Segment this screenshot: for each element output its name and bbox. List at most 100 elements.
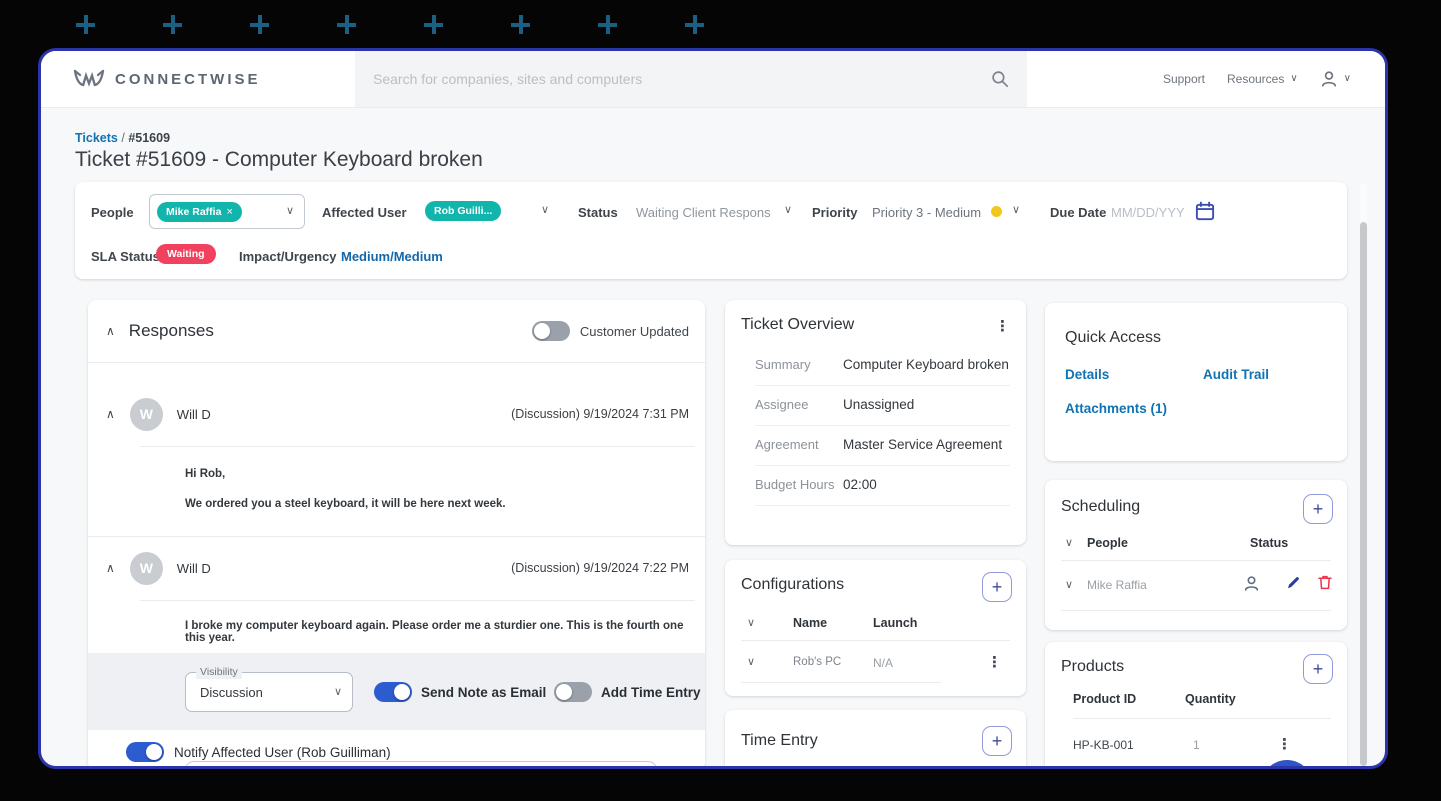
chevron-down-icon[interactable]: ∨ [1012, 205, 1020, 216]
chevron-down-icon[interactable]: ∨ [747, 618, 755, 629]
add-time-entry-label: Add Time Entry [601, 684, 701, 700]
resources-menu[interactable]: Resources ∨ [1227, 72, 1298, 86]
products-panel: Products + Product ID Quantity HP-KB-001… [1045, 642, 1347, 766]
visibility-legend: Visibility [196, 666, 242, 679]
chevron-down-icon: ∨ [1343, 73, 1351, 84]
calendar-icon[interactable] [1195, 201, 1215, 221]
chevron-down-icon[interactable]: ∨ [1065, 580, 1073, 591]
avatar: W [129, 397, 163, 431]
add-schedule-button[interactable]: + [1303, 494, 1333, 524]
notify-affected-user-toggle[interactable] [126, 742, 164, 762]
breadcrumb-tickets-link[interactable]: Tickets [75, 131, 118, 145]
send-note-email-label: Send Note as Email [421, 684, 547, 700]
products-title: Products [1061, 658, 1125, 675]
avatar: W [129, 551, 163, 585]
add-product-button[interactable]: + [1303, 654, 1333, 684]
customer-updated-toggle[interactable] [531, 321, 570, 341]
chevron-down-icon: ∨ [285, 205, 294, 217]
backdrop-plus-icon [163, 15, 182, 34]
backdrop-plus-icon [76, 15, 95, 34]
chip-close-icon[interactable]: × [226, 206, 232, 218]
delete-trash-icon[interactable] [1317, 574, 1333, 591]
visibility-value: Discussion [200, 684, 263, 700]
global-search [355, 51, 1027, 107]
people-label: People [91, 205, 134, 220]
chevron-down-icon[interactable]: ∨ [541, 205, 549, 216]
add-configuration-button[interactable]: + [982, 572, 1012, 602]
audit-trail-link[interactable]: Audit Trail [1203, 367, 1269, 382]
product-row-id[interactable]: HP-KB-001 [1073, 738, 1134, 752]
attachments-link[interactable]: Attachments (1) [1065, 401, 1167, 416]
products-col-quantity: Quantity [1185, 692, 1236, 706]
config-col-launch: Launch [873, 616, 918, 630]
visibility-select[interactable]: Visibility Discussion ∨ [185, 666, 353, 712]
ticket-fields-card: People Mike Raffia × ∨ Affected User Rob… [75, 182, 1347, 279]
configurations-title: Configurations [741, 576, 845, 593]
products-col-id: Product ID [1073, 692, 1137, 706]
search-icon[interactable] [991, 70, 1009, 88]
scrollbar-thumb[interactable] [1360, 222, 1367, 766]
chevron-down-icon[interactable]: ∨ [747, 657, 755, 668]
quick-access-title: Quick Access [1065, 329, 1162, 346]
connectwise-logo: CONNECTWISE [73, 51, 261, 107]
affected-user-label: Affected User [322, 205, 407, 220]
details-link[interactable]: Details [1065, 367, 1109, 382]
priority-dot-icon [991, 206, 1002, 217]
notify-affected-user-label: Notify Affected User (Rob Guilliman) [174, 744, 391, 760]
top-header: CONNECTWISE Support Resources ∨ [41, 51, 1385, 108]
responses-panel: ∧ Responses Customer Updated ∧ W Will D … [88, 300, 705, 766]
scheduling-row-name[interactable]: Mike Raffia [1087, 578, 1147, 592]
affected-user-chip[interactable]: Rob Guilli... [425, 201, 502, 221]
support-link[interactable]: Support [1163, 72, 1205, 86]
composer-band: Visibility Discussion ∨ Send Note as Ema… [88, 653, 705, 730]
collapse-chevron-up-icon[interactable]: ∧ [106, 324, 115, 338]
status-label: Status [578, 205, 618, 220]
kebab-menu-icon[interactable]: ⋮ [1277, 735, 1292, 753]
note-text-input[interactable] [185, 761, 657, 766]
priority-label: Priority [812, 205, 858, 220]
chevron-down-icon[interactable]: ∨ [1065, 538, 1073, 549]
kebab-menu-icon[interactable]: ⋮ [995, 317, 1010, 335]
response-author: Will D [176, 406, 211, 422]
customer-updated-label: Customer Updated [579, 323, 689, 339]
response-body-line: Hi Rob, [185, 468, 226, 480]
impact-urgency-value[interactable]: Medium/Medium [341, 249, 443, 264]
impact-urgency-label: Impact/Urgency [239, 249, 337, 264]
collapse-chevron-up-icon[interactable]: ∧ [106, 407, 115, 421]
priority-value[interactable]: Priority 3 - Medium [872, 205, 981, 220]
person-status-icon[interactable] [1243, 575, 1260, 592]
people-chip[interactable]: Mike Raffia × [157, 201, 242, 222]
overview-row: Budget Hours 02:00 [755, 466, 1010, 506]
status-value[interactable]: Waiting Client Respons [636, 205, 771, 220]
breadcrumb: Tickets / #51609 [75, 131, 170, 145]
connectwise-owl-icon [73, 69, 105, 87]
backdrop-plus-icon [685, 15, 704, 34]
overview-row: Agreement Master Service Agreement [755, 426, 1010, 466]
backdrop-plus-icon [337, 15, 356, 34]
config-row-launch: N/A [873, 656, 894, 670]
kebab-menu-icon[interactable]: ⋮ [987, 653, 1002, 671]
scheduling-panel: Scheduling + ∨ People Status ∨ Mike Raff… [1045, 480, 1347, 630]
edit-pencil-icon[interactable] [1285, 575, 1301, 591]
add-time-entry-button[interactable]: + [982, 726, 1012, 756]
scheduling-col-people: People [1087, 536, 1128, 550]
breadcrumb-current: #51609 [128, 131, 171, 145]
ticket-overview-panel: Ticket Overview ⋮ Summary Computer Keybo… [725, 300, 1026, 545]
people-select[interactable]: Mike Raffia × ∨ [149, 194, 305, 229]
scheduling-col-status: Status [1250, 536, 1289, 550]
send-note-email-toggle[interactable] [374, 682, 412, 702]
response-body-line: We ordered you a steel keyboard, it will… [185, 498, 506, 510]
response-author: Will D [176, 560, 211, 576]
due-date-label: Due Date [1050, 205, 1107, 220]
backdrop-plus-icon [598, 15, 617, 34]
time-entry-title: Time Entry [741, 732, 818, 749]
chevron-down-icon[interactable]: ∨ [784, 205, 792, 216]
search-input[interactable] [373, 71, 991, 87]
account-menu[interactable]: ∨ [1320, 70, 1351, 88]
responses-title: Responses [128, 321, 214, 340]
config-row-name[interactable]: Rob's PC [793, 656, 841, 668]
collapse-chevron-up-icon[interactable]: ∧ [106, 561, 115, 575]
add-time-entry-toggle[interactable] [554, 682, 592, 702]
due-date-value[interactable]: MM/DD/YYY [1111, 205, 1185, 220]
config-col-name: Name [793, 616, 828, 630]
